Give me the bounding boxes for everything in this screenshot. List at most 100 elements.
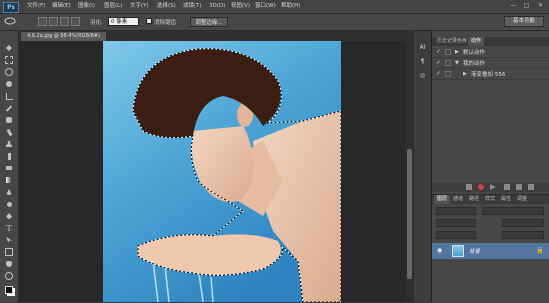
tab-actions[interactable]: 动作 <box>468 37 485 46</box>
layer-filter-select[interactable] <box>436 207 476 215</box>
eyedropper-icon[interactable] <box>4 103 14 113</box>
menu-window[interactable]: 窗口(W) <box>255 2 276 11</box>
lock-controls[interactable] <box>436 231 476 239</box>
menu-image[interactable]: 图像(I) <box>78 2 95 11</box>
feather-input[interactable]: 0 像素 <box>108 17 139 26</box>
subtract-selection-icon[interactable] <box>60 17 69 26</box>
layer-name[interactable]: 背景 <box>469 247 480 255</box>
healing-brush-icon[interactable] <box>4 115 14 125</box>
collapse-arrow-icon[interactable]: ▼ <box>455 60 459 66</box>
visibility-eye-icon[interactable]: ◉ <box>437 247 442 254</box>
new-set-icon[interactable] <box>504 184 510 190</box>
antialias-checkbox[interactable] <box>146 18 152 24</box>
new-action-icon[interactable] <box>516 184 522 190</box>
expand-arrow-icon[interactable]: ▶ <box>463 71 467 77</box>
action-set-label: 我的动作 <box>463 61 486 67</box>
menu-help[interactable]: 帮助(H) <box>281 2 300 11</box>
action-set-row[interactable]: ✓ ▼ 我的动作 <box>432 58 549 69</box>
minimize-icon[interactable]: — <box>509 2 518 10</box>
document-tab-bar: 4.6.2a.jpg @ 98.4%(RGB/8#) <box>19 31 414 41</box>
menu-file[interactable]: 文件(F) <box>27 2 45 11</box>
vertical-scrollbar[interactable] <box>405 41 414 302</box>
antialias-label: 消除锯齿 <box>154 20 177 26</box>
record-icon[interactable] <box>478 184 484 190</box>
gradient-tool-icon[interactable] <box>4 175 14 185</box>
tab-styles[interactable]: 样式 <box>482 195 498 204</box>
character-panel-icon[interactable]: AI <box>418 43 427 52</box>
opacity-field[interactable] <box>502 219 544 227</box>
tab-adjustments[interactable]: 调整 <box>514 195 530 204</box>
lasso-icon[interactable] <box>4 67 14 77</box>
check-icon[interactable]: ✓ <box>436 59 441 66</box>
fill-field[interactable] <box>502 231 544 239</box>
quick-select-icon[interactable] <box>4 79 14 89</box>
maximize-icon[interactable]: □ <box>522 2 531 10</box>
menu-3d[interactable]: 3D(D) <box>209 2 225 11</box>
brush-tool-icon[interactable] <box>4 127 14 137</box>
stop-icon[interactable] <box>466 184 472 190</box>
actions-panel-footer <box>432 183 549 192</box>
tab-layers[interactable]: 图层 <box>434 195 451 204</box>
color-swatches-icon[interactable] <box>4 285 14 295</box>
hand-tool-icon[interactable] <box>4 259 14 269</box>
dialog-toggle-icon[interactable] <box>445 60 451 66</box>
layers-panel-tabs: 图层 通道 路径 样式 属性 调整 <box>432 195 549 204</box>
menu-filter[interactable]: 滤镜(T) <box>183 2 202 11</box>
history-brush-icon[interactable] <box>4 151 14 161</box>
menu-type[interactable]: 文字(Y) <box>130 2 149 11</box>
dialog-toggle-icon[interactable] <box>445 71 451 77</box>
refine-edge-button[interactable]: 调整边缘... <box>190 17 228 27</box>
path-select-icon[interactable] <box>4 235 14 245</box>
action-set-row[interactable]: ✓ ▶ 默认动作 <box>432 47 549 58</box>
expand-arrow-icon[interactable]: ▶ <box>455 49 459 55</box>
layer-row-background[interactable]: ◉ 背景 🔒 <box>432 243 549 259</box>
zoom-tool-icon[interactable] <box>4 271 14 281</box>
marquee-tool-icon[interactable] <box>4 55 14 65</box>
tab-channels[interactable]: 通道 <box>450 195 466 204</box>
clone-stamp-icon[interactable] <box>4 139 14 149</box>
action-set-label: 默认动作 <box>463 50 486 56</box>
play-icon[interactable] <box>490 184 496 190</box>
menu-layer[interactable]: 图层(L) <box>104 2 122 11</box>
photoshop-logo: Ps <box>3 2 19 13</box>
check-icon[interactable]: ✓ <box>436 70 441 77</box>
add-selection-icon[interactable] <box>49 17 58 26</box>
lasso-tool-icon[interactable] <box>4 17 16 26</box>
feather-label: 羽化: <box>90 20 103 26</box>
dodge-tool-icon[interactable] <box>4 199 14 209</box>
crop-tool-icon[interactable] <box>4 91 14 101</box>
menu-edit[interactable]: 编辑(E) <box>52 2 71 11</box>
menu-select[interactable]: 选择(S) <box>157 2 176 11</box>
move-tool-icon[interactable] <box>4 43 14 53</box>
lock-icon: 🔒 <box>536 247 544 254</box>
check-icon[interactable]: ✓ <box>436 48 441 55</box>
pen-tool-icon[interactable] <box>4 211 14 221</box>
document-image[interactable] <box>103 41 341 302</box>
close-icon[interactable]: ✕ <box>536 2 545 10</box>
scrollbar-thumb[interactable] <box>407 149 412 279</box>
menu-bar: Ps 文件(F) 编辑(E) 图像(I) 图层(L) 文字(Y) 选择(S) 滤… <box>0 0 549 14</box>
dialog-toggle-icon[interactable] <box>445 49 451 55</box>
eraser-icon[interactable] <box>4 163 14 173</box>
layer-thumbnail <box>452 245 464 257</box>
action-label: 渐变叠加 556 <box>471 72 506 78</box>
blend-mode-select[interactable] <box>436 219 476 227</box>
action-row[interactable]: ✓ ▶ 渐变叠加 556 <box>432 69 549 80</box>
tab-paths[interactable]: 路径 <box>466 195 482 204</box>
canvas-area[interactable] <box>19 41 405 302</box>
layer-filter-icons[interactable] <box>482 207 544 215</box>
menu-view[interactable]: 视图(V) <box>231 2 250 11</box>
panel-icon-strip: AI ¶ ◎ <box>414 31 432 302</box>
actions-panel-tabs: 历史记录 色板 动作 <box>432 37 549 46</box>
intersect-selection-icon[interactable] <box>71 17 80 26</box>
tab-properties[interactable]: 属性 <box>498 195 514 204</box>
delete-icon[interactable] <box>528 184 534 190</box>
document-tab[interactable]: 4.6.2a.jpg @ 98.4%(RGB/8#) <box>21 32 106 41</box>
workspace-button[interactable]: 基本功能 <box>504 16 544 27</box>
type-tool-icon[interactable]: T <box>4 223 14 233</box>
shape-tool-icon[interactable] <box>4 247 14 257</box>
blur-tool-icon[interactable] <box>4 187 14 197</box>
paragraph-panel-icon[interactable]: ¶ <box>418 57 427 66</box>
brush-panel-icon[interactable]: ◎ <box>418 71 427 80</box>
new-selection-icon[interactable] <box>38 17 47 26</box>
